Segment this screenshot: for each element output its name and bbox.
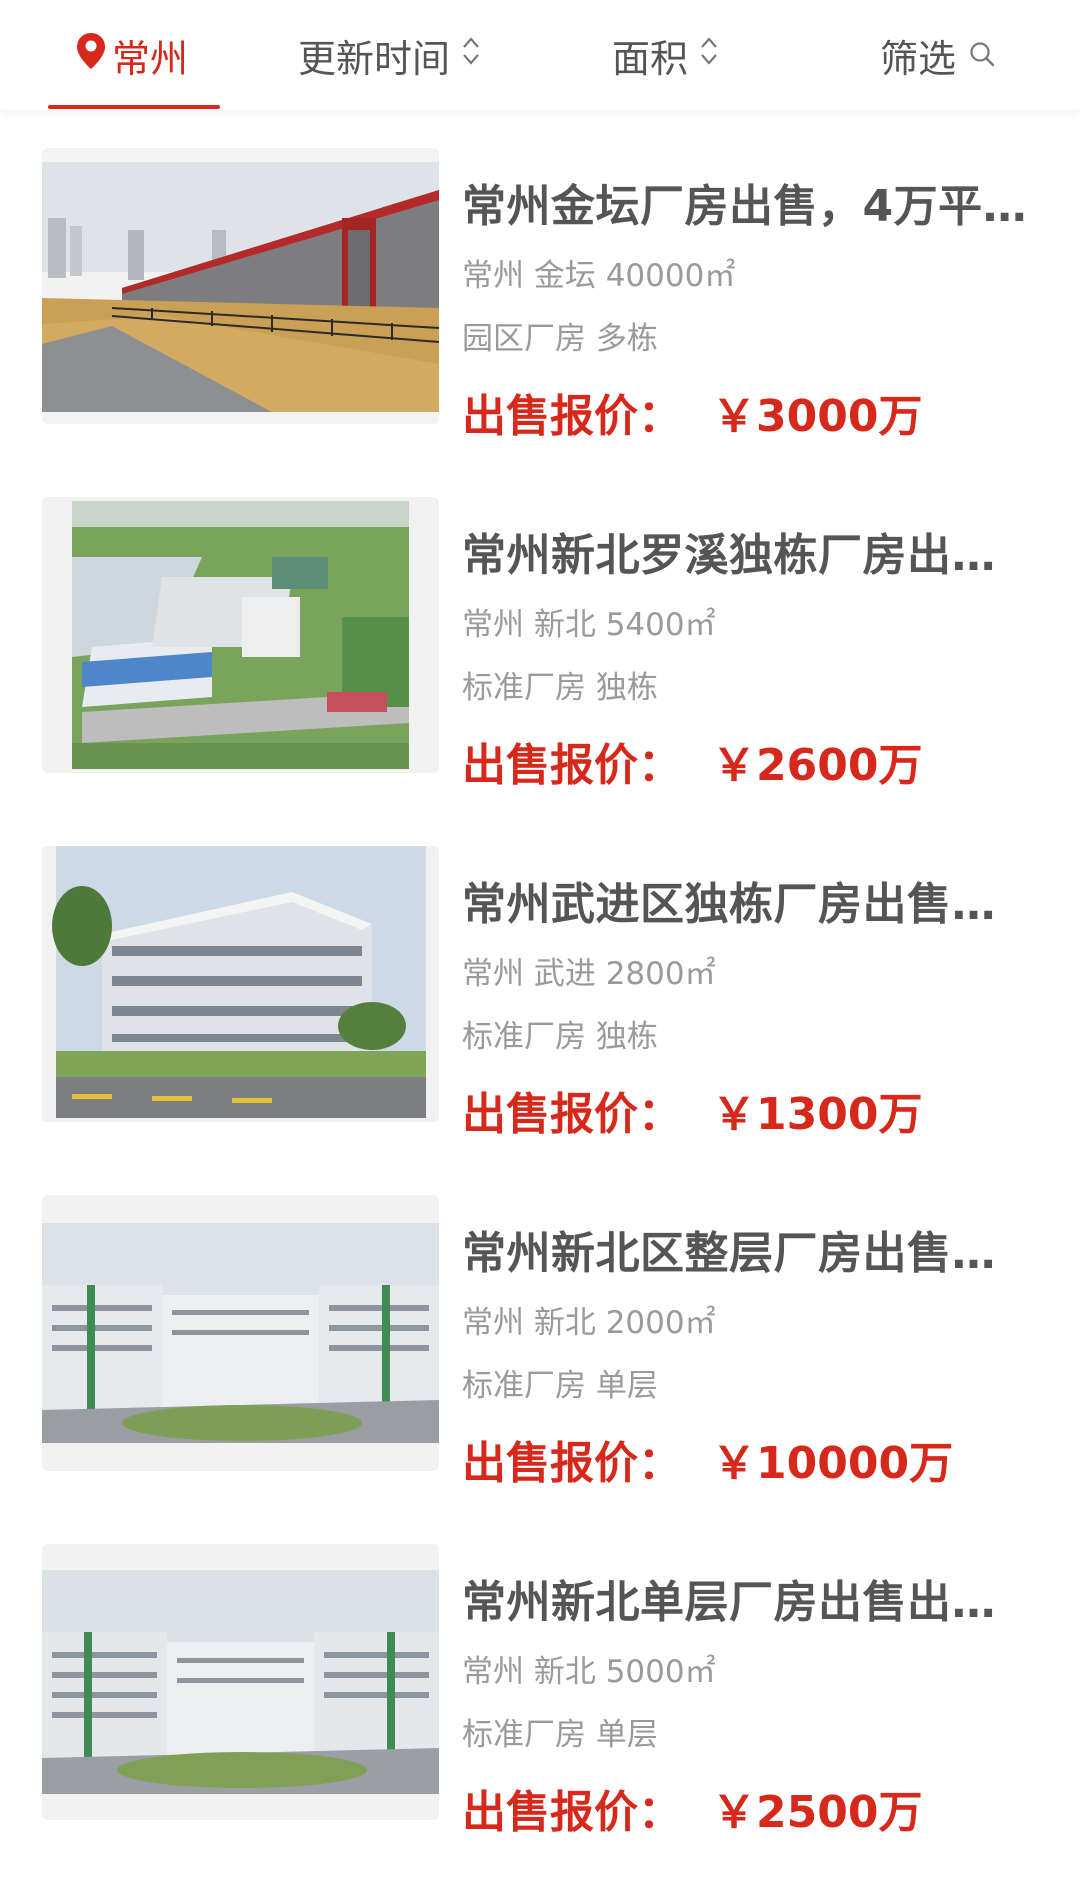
sort-updown-icon — [462, 33, 480, 77]
listing-location: 常州 武进 2800㎡ — [462, 956, 716, 992]
price-value: ￥10000万 — [712, 1438, 954, 1489]
listing-photo — [42, 1195, 439, 1471]
listing-info: 常州新北罗溪独栋厂房出… 常州 新北 5400㎡ 标准厂房 独栋 出售报价： ￥2… — [462, 497, 1032, 791]
listing-photo — [42, 497, 439, 773]
sort-area-label: 面积 — [612, 36, 689, 81]
listing-tags: 园区厂房 多栋 — [462, 321, 658, 357]
listing-price: 出售报价： ￥10000万 — [462, 1427, 953, 1491]
sort-time-label: 更新时间 — [298, 36, 451, 81]
listing-title: 常州新北单层厂房出售出… — [462, 1577, 996, 1628]
filter-bar: 常州 更新时间 面积 筛选 — [0, 0, 1080, 110]
listing-card[interactable]: 常州新北罗溪独栋厂房出… 常州 新北 5400㎡ 标准厂房 独栋 出售报价： ￥2… — [0, 497, 1080, 846]
listing-location: 常州 新北 5400㎡ — [462, 607, 716, 643]
listing-price: 出售报价： ￥1300万 — [462, 1078, 922, 1142]
price-label: 出售报价： — [462, 391, 682, 442]
listing-title: 常州金坛厂房出售，4万平… — [462, 181, 1027, 232]
listing-price: 出售报价： ￥2500万 — [462, 1776, 922, 1840]
listing-tags: 标准厂房 单层 — [462, 1368, 658, 1404]
listing-list: 常州金坛厂房出售，4万平… 常州 金坛 40000㎡ 园区厂房 多栋 出售报价：… — [0, 148, 1080, 1893]
listing-tags: 标准厂房 独栋 — [462, 1019, 658, 1055]
listing-location: 常州 金坛 40000㎡ — [462, 258, 736, 294]
price-value: ￥2500万 — [712, 1787, 923, 1838]
city-label: 常州 — [112, 36, 189, 81]
listing-price: 出售报价： ￥3000万 — [462, 380, 922, 444]
price-label: 出售报价： — [462, 1089, 682, 1140]
listing-card[interactable]: 常州新北区整层厂房出售… 常州 新北 2000㎡ 标准厂房 单层 出售报价： ￥1… — [0, 1195, 1080, 1544]
listing-price: 出售报价： ￥2600万 — [462, 729, 922, 793]
sort-by-update-time[interactable]: 更新时间 — [298, 0, 480, 110]
listing-info: 常州新北区整层厂房出售… 常州 新北 2000㎡ 标准厂房 单层 出售报价： ￥1… — [462, 1195, 1032, 1489]
search-icon — [968, 33, 996, 77]
price-value: ￥1300万 — [712, 1089, 923, 1140]
filter-button[interactable]: 筛选 — [880, 0, 996, 110]
price-value: ￥3000万 — [712, 391, 923, 442]
listing-card[interactable]: 常州新北单层厂房出售出… 常州 新北 5000㎡ 标准厂房 单层 出售报价： ￥2… — [0, 1544, 1080, 1893]
listing-info: 常州新北单层厂房出售出… 常州 新北 5000㎡ 标准厂房 单层 出售报价： ￥2… — [462, 1544, 1032, 1838]
listing-info: 常州武进区独栋厂房出售… 常州 武进 2800㎡ 标准厂房 独栋 出售报价： ￥1… — [462, 846, 1032, 1140]
filter-label: 筛选 — [880, 36, 957, 81]
listing-location: 常州 新北 5000㎡ — [462, 1654, 716, 1690]
listing-photo — [42, 846, 439, 1122]
listing-photo — [42, 148, 439, 424]
price-label: 出售报价： — [462, 740, 682, 791]
listing-location: 常州 新北 2000㎡ — [462, 1305, 716, 1341]
listing-title: 常州武进区独栋厂房出售… — [462, 879, 996, 930]
sort-by-area[interactable]: 面积 — [612, 0, 718, 110]
listing-tags: 标准厂房 单层 — [462, 1717, 658, 1753]
listing-info: 常州金坛厂房出售，4万平… 常州 金坛 40000㎡ 园区厂房 多栋 出售报价：… — [462, 148, 1032, 442]
sort-updown-icon — [700, 33, 718, 77]
price-label: 出售报价： — [462, 1787, 682, 1838]
price-value: ￥2600万 — [712, 740, 923, 791]
price-label: 出售报价： — [462, 1438, 682, 1489]
listing-photo — [42, 1544, 439, 1820]
listing-title: 常州新北罗溪独栋厂房出… — [462, 530, 996, 581]
listing-card[interactable]: 常州武进区独栋厂房出售… 常州 武进 2800㎡ 标准厂房 独栋 出售报价： ￥1… — [0, 846, 1080, 1195]
listing-card[interactable]: 常州金坛厂房出售，4万平… 常州 金坛 40000㎡ 园区厂房 多栋 出售报价：… — [0, 148, 1080, 497]
listing-title: 常州新北区整层厂房出售… — [462, 1228, 996, 1279]
city-selector[interactable]: 常州 — [76, 0, 188, 110]
listing-tags: 标准厂房 独栋 — [462, 670, 658, 706]
active-tab-indicator — [48, 105, 220, 109]
location-pin-icon — [76, 32, 106, 79]
